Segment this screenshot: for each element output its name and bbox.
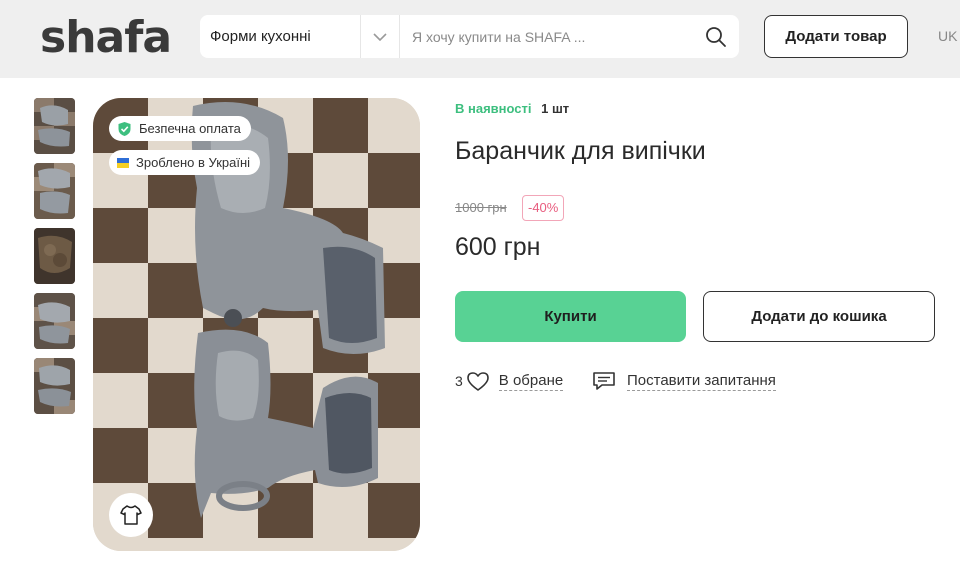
favorites-label: В обране — [498, 371, 564, 391]
made-in-ukraine-badge: Зроблено в Україні — [109, 150, 261, 175]
chat-icon — [593, 372, 615, 390]
thumbnail-1[interactable] — [34, 98, 75, 154]
thumbnail-list — [34, 98, 76, 423]
search-bar: Форми кухонні — [200, 15, 739, 58]
add-item-button[interactable]: Додати товар — [764, 15, 908, 58]
product-photo[interactable]: Безпечна оплата Зроблено в Україні — [93, 98, 420, 551]
favorites-count: 3 — [455, 373, 463, 389]
language-switch[interactable]: UK — [938, 28, 957, 44]
quantity-label: 1 шт — [541, 101, 570, 116]
tshirt-icon — [120, 505, 142, 525]
size-guide-button[interactable] — [109, 493, 153, 537]
add-to-cart-button[interactable]: Додати до кошика — [703, 291, 935, 342]
old-price: 1000 грн — [455, 200, 507, 215]
shafa-logo[interactable]: shafa — [40, 12, 172, 63]
current-price: 600 грн — [455, 233, 541, 261]
category-select[interactable]: Форми кухонні — [210, 15, 311, 58]
thumbnail-4[interactable] — [34, 293, 75, 349]
stock-status: В наявності 1 шт — [455, 101, 569, 116]
product-title: Баранчик для випічки — [455, 137, 706, 165]
discount-badge: -40% — [522, 195, 565, 221]
add-to-favorites[interactable]: 3 В обране — [455, 370, 564, 392]
thumbnail-3[interactable] — [34, 228, 75, 284]
buy-button[interactable]: Купити — [455, 291, 686, 342]
thumbnail-5[interactable] — [34, 358, 75, 414]
availability-label: В наявності — [455, 101, 532, 116]
heart-icon — [466, 371, 489, 391]
ask-question[interactable]: Поставити запитання — [592, 370, 776, 392]
secure-payment-badge: Безпечна оплата — [109, 116, 251, 141]
ask-question-label: Поставити запитання — [627, 371, 776, 391]
thumbnail-2[interactable] — [34, 163, 75, 219]
ukraine-flag-icon — [117, 157, 129, 168]
made-in-ukraine-label: Зроблено в Україні — [136, 155, 251, 170]
search-icon[interactable] — [700, 21, 732, 53]
chevron-down-icon[interactable] — [360, 15, 400, 58]
shield-icon — [118, 121, 131, 136]
top-header: shafa Форми кухонні Додати товар UK — [0, 0, 960, 78]
search-input[interactable] — [412, 15, 692, 58]
secure-payment-label: Безпечна оплата — [139, 121, 241, 136]
